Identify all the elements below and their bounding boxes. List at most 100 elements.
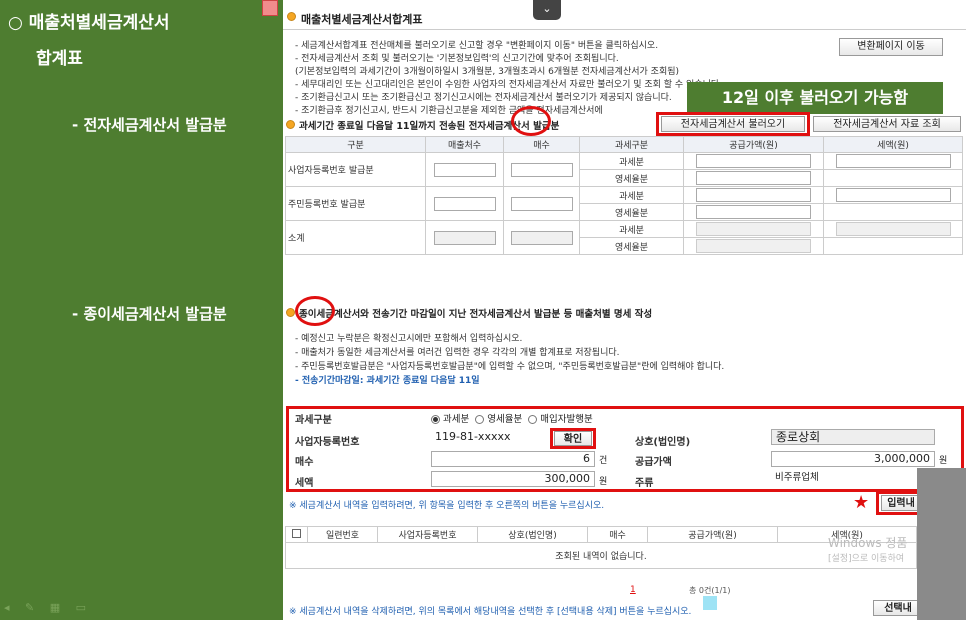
row-label: 사업자등록번호 발급분	[285, 152, 426, 187]
column-header: 과세구분	[579, 136, 684, 153]
count-label: 매수	[295, 457, 314, 468]
radio-buyer-issued[interactable]	[528, 415, 538, 424]
highlight-box	[656, 112, 810, 136]
delete-note: ※ 세금계산서 내역을 삭제하려면, 위의 목록에서 해당내역을 선택한 후 […	[289, 607, 692, 617]
count-input[interactable]	[433, 162, 496, 177]
qty-input[interactable]	[510, 162, 573, 177]
column-header: 사업자등록번호	[377, 526, 478, 543]
notice-item: - 매출처가 동일한 세금계산서를 여러건 입력한 경우 각각의 개별 합계표로…	[295, 348, 620, 358]
chevron-down-icon[interactable]: ⌄	[533, 0, 561, 20]
company-label: 상호(법인명)	[635, 437, 691, 448]
empty-message: 조회된 내역이 없습니다.	[285, 542, 917, 569]
slide-tools[interactable]: ◂ ✎ ▦ ▭	[4, 601, 92, 614]
qty-total	[510, 230, 573, 245]
slide-panel: ○ 매출처별세금계산서 합계표 - 전자세금계산서 발급분 - 종이세금계산서 …	[0, 0, 283, 620]
tax-input[interactable]	[835, 154, 951, 168]
star-icon: ★	[853, 492, 870, 513]
notice-item: - 예정신고 누락분은 확정신고시에만 포함해서 입력하십시오.	[295, 334, 523, 344]
video-overlay	[917, 468, 966, 620]
notice-item: - 세금계산서합계표 전산매체를 불러오기로 신고할 경우 "변환페이지 이동"…	[295, 41, 659, 51]
notice-item: - 전자세금계산서 조회 및 불러오기는 '기본정보입력'의 신고기간에 맞추어…	[295, 54, 619, 64]
column-header: 매출처수	[425, 136, 504, 153]
row-label: 주민등록번호 발급분	[285, 186, 426, 221]
row-label: 소계	[285, 220, 426, 255]
tax-input[interactable]	[835, 188, 951, 202]
tax-label: 세액	[295, 478, 314, 489]
bullet-icon	[286, 308, 295, 317]
column-header: 공급가액(원)	[647, 526, 778, 543]
watermark-line: Windows 정품	[828, 536, 908, 550]
lookup-etax-button[interactable]: 전자세금계산서 자료 조회	[813, 116, 961, 132]
highlight-box	[876, 491, 922, 515]
tax-type-label: 영세율분	[579, 169, 684, 187]
count-field[interactable]: 6	[431, 451, 595, 467]
highlight-box	[550, 428, 596, 449]
select-all-checkbox[interactable]	[292, 528, 301, 538]
supply-unit: 원	[939, 456, 948, 466]
column-header: 매수	[503, 136, 580, 153]
entry-list-table: 일련번호 사업자등록번호 상호(법인명) 매수 공급가액(원) 세액(원) 조회…	[285, 526, 917, 569]
slide-title: ○ 매출처별세금계산서	[8, 13, 170, 33]
supply-field[interactable]: 3,000,000	[771, 451, 935, 467]
tax-field[interactable]: 300,000	[431, 471, 595, 487]
radio-zero-rate[interactable]	[475, 415, 485, 424]
supply-input[interactable]	[696, 188, 811, 202]
liquor-label: 주류	[635, 478, 654, 489]
tax-type-label: 과세분	[579, 220, 684, 238]
deadline-note: - 전송기간마감일: 과세기간 종료일 다음달 11일	[295, 376, 480, 386]
column-header: 매수	[587, 526, 648, 543]
tax-unit: 원	[599, 477, 608, 487]
bullet-icon	[286, 120, 295, 129]
section-label-electronic: - 전자세금계산서 발급분	[72, 116, 227, 134]
supply-total	[696, 239, 811, 253]
slide-title-line2: 합계표	[36, 49, 83, 69]
biz-number-label: 사업자등록번호	[295, 437, 360, 448]
section-label-paper: - 종이세금계산서 발급분	[72, 305, 227, 323]
tax-type-label: 과세분	[579, 152, 684, 170]
cursor-marker	[703, 596, 717, 610]
supply-total	[696, 222, 811, 236]
page-title: 매출처별세금계산서합계표	[301, 13, 423, 26]
qty-input[interactable]	[510, 196, 573, 211]
section2-title: 종이세금계산서와 전송기간 마감일이 지난 전자세금계산서 발급분 등 매출처별…	[299, 309, 653, 320]
column-header: 상호(법인명)	[477, 526, 588, 543]
watermark-line: [설정]으로 이동하여	[828, 554, 905, 564]
supply-input[interactable]	[696, 205, 811, 219]
marker-box	[262, 0, 278, 16]
input-note: ※ 세금계산서 내역을 입력하려면, 위 항목을 입력한 후 오른쪽의 버튼을 …	[289, 501, 605, 511]
tax-type-label: 과세구분	[295, 415, 332, 426]
supply-input[interactable]	[696, 154, 811, 168]
count-unit: 건	[599, 456, 608, 466]
bullet-icon	[287, 12, 296, 21]
tax-type-label: 과세분	[579, 186, 684, 204]
column-header: 일련번호	[307, 526, 378, 543]
tip-banner: 12일 이후 불러오기 가능함	[687, 82, 943, 114]
page-header: 매출처별세금계산서합계표	[283, 0, 966, 30]
column-header: 구분	[285, 136, 426, 153]
supply-input[interactable]	[696, 171, 811, 185]
tax-type-label: 영세율분	[579, 237, 684, 255]
notice-item: (기본정보입력의 과세기간이 3개월이하일시 3개월분, 3개월초과시 6개월분…	[295, 67, 680, 77]
select-button[interactable]: 선택내	[873, 600, 923, 616]
count-input[interactable]	[433, 196, 496, 211]
count-total	[433, 230, 496, 245]
tax-type-label: 영세율분	[579, 203, 684, 221]
column-header: 세액(원)	[823, 136, 963, 153]
biz-number-field[interactable]: 119-81-xxxxx	[431, 430, 549, 446]
summary-table: 구분 매출처수 매수 과세구분 공급가액(원) 세액(원) 사업자등록번호 발급…	[285, 136, 963, 255]
liquor-select[interactable]: 비주류업체	[771, 471, 935, 487]
column-header: 공급가액(원)	[683, 136, 824, 153]
main-content: 매출처별세금계산서합계표 ⌄ - 세금계산서합계표 전산매체를 불러오기로 신고…	[283, 0, 966, 620]
highlight-circle	[295, 296, 335, 326]
company-field[interactable]: 종로상회	[771, 429, 935, 445]
radio-taxable[interactable]	[431, 415, 440, 424]
tax-type-radio-group: 과세분 영세율분 매입자발행분	[431, 411, 593, 425]
tax-total	[835, 222, 951, 236]
page-link[interactable]: 1	[630, 585, 636, 595]
convert-page-button[interactable]: 변환페이지 이동	[839, 38, 943, 56]
supply-label: 공급가액	[635, 457, 672, 468]
notice-list: - 예정신고 누락분은 확정신고시에만 포함해서 입력하십시오. - 매출처가 …	[295, 332, 935, 388]
windows-watermark: Windows 정품 [설정]으로 이동하여	[828, 535, 907, 567]
highlight-circle	[511, 106, 551, 136]
total-count: 총 0건(1/1)	[689, 586, 731, 595]
